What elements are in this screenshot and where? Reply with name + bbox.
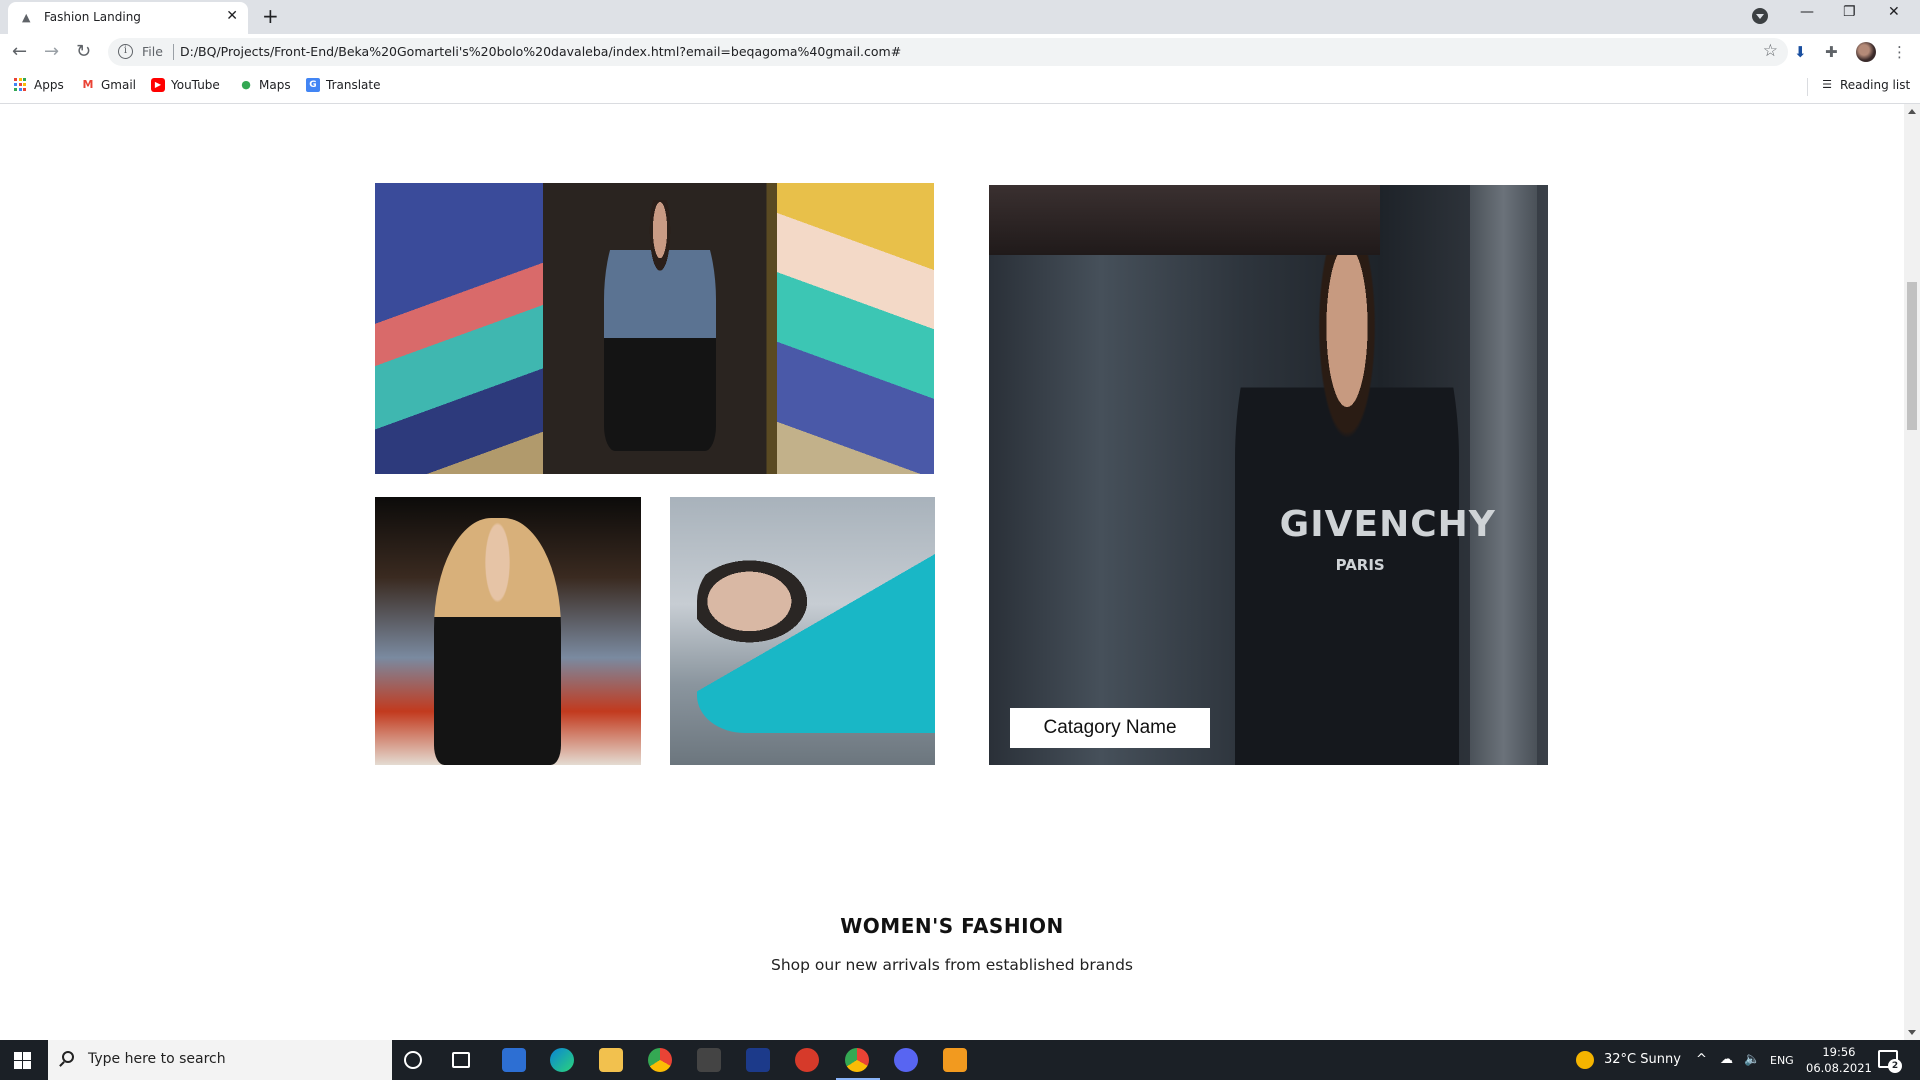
maps-pin-icon: ● xyxy=(241,78,251,91)
language-indicator[interactable]: ENG xyxy=(1770,1054,1794,1067)
search-icon xyxy=(62,1051,74,1063)
woman-figure xyxy=(433,518,562,765)
page-scrollbar[interactable] xyxy=(1904,104,1920,1040)
chrome-icon[interactable] xyxy=(648,1048,672,1072)
photo-woman-blonde[interactable] xyxy=(375,497,641,765)
bookmark-label: Maps xyxy=(259,78,291,92)
bookmark-maps[interactable]: ● Maps xyxy=(239,78,291,92)
bookmarks-divider xyxy=(1807,78,1808,96)
address-scheme: File xyxy=(142,44,163,59)
file-explorer-icon[interactable] xyxy=(599,1048,623,1072)
seated-man-figure xyxy=(604,200,716,451)
clock-date: 06.08.2021 xyxy=(1806,1061,1872,1075)
tab-close-icon[interactable]: ✕ xyxy=(226,8,238,24)
extensions-puzzle-icon[interactable]: ✚ xyxy=(1825,43,1838,61)
window-close-icon[interactable]: ✕ xyxy=(1888,4,1900,20)
photo-woman-teal-top[interactable] xyxy=(670,497,935,765)
taskbar-search-placeholder: Type here to search xyxy=(88,1051,226,1067)
bookmark-star-icon[interactable]: ☆ xyxy=(1763,41,1778,61)
page-favicon-icon: ▲ xyxy=(22,11,31,24)
reading-list-button[interactable]: ☰ Reading list xyxy=(1820,78,1910,92)
tab-title: Fashion Landing xyxy=(44,10,141,24)
page-viewport: GIVENCHY PARIS Catagory Name WOMEN'S FAS… xyxy=(0,104,1904,1040)
os-taskbar: Type here to search 32°C Sunny ^ ☁ 🔈 ENG… xyxy=(0,1040,1920,1080)
section-subtitle: Shop our new arrivals from established b… xyxy=(770,956,1134,974)
taskbar-search-box[interactable]: Type here to search xyxy=(48,1040,392,1080)
sweater-brand-subtext: PARIS xyxy=(1335,556,1385,575)
scroll-up-arrow-icon[interactable] xyxy=(1908,109,1916,114)
cloud-icon[interactable]: ☁ xyxy=(1720,1052,1733,1067)
address-url[interactable]: D:/BQ/Projects/Front-End/Beka%20Gomartel… xyxy=(180,44,901,59)
chrome-active-icon[interactable] xyxy=(845,1048,869,1072)
back-arrow-icon[interactable]: ← xyxy=(12,41,27,62)
discord-icon[interactable] xyxy=(894,1048,918,1072)
bookmark-gmail[interactable]: M Gmail xyxy=(81,78,137,92)
restore-icon[interactable]: ❐ xyxy=(1843,4,1856,20)
graffiti-wall-right xyxy=(777,183,934,474)
weather-sun-icon xyxy=(1576,1051,1594,1069)
calculator-icon[interactable] xyxy=(502,1048,526,1072)
bookmark-label: Translate xyxy=(326,78,381,92)
bookmark-translate[interactable]: G Translate xyxy=(306,78,381,92)
sweater-brand-text: GIVENCHY xyxy=(1279,504,1496,545)
clock-time: 19:56 xyxy=(1822,1045,1856,1059)
app-red-icon[interactable] xyxy=(795,1048,819,1072)
new-tab-button[interactable]: + xyxy=(262,4,279,28)
tab-search-icon[interactable] xyxy=(1752,8,1768,24)
forward-arrow-icon[interactable]: → xyxy=(44,41,59,62)
photo-man-givenchy[interactable]: GIVENCHY PARIS xyxy=(989,185,1548,765)
bookmark-label: YouTube xyxy=(171,78,220,92)
bookmark-youtube[interactable]: ▶ YouTube xyxy=(151,78,220,92)
app-a-icon[interactable] xyxy=(746,1048,770,1072)
bookmark-label: Gmail xyxy=(101,78,137,92)
cortana-icon[interactable] xyxy=(404,1051,422,1069)
tab-strip: ▲ Fashion Landing ✕ + — ❐ ✕ xyxy=(0,0,1920,34)
bookmark-label: Apps xyxy=(34,78,64,92)
street-post xyxy=(1469,185,1537,765)
graffiti-wall-left xyxy=(375,183,543,474)
browser-menu-icon[interactable]: ⋮ xyxy=(1892,43,1907,61)
scroll-thumb[interactable] xyxy=(1907,282,1917,430)
extension-save-icon[interactable]: ⬇ xyxy=(1794,43,1807,61)
sublime-text-icon[interactable] xyxy=(943,1048,967,1072)
storefront-sign xyxy=(989,185,1381,255)
reading-list-icon: ☰ xyxy=(1822,78,1832,91)
profile-avatar[interactable] xyxy=(1856,42,1876,62)
photo-man-graffiti-wall[interactable] xyxy=(375,183,934,474)
section-title: WOMEN'S FASHION xyxy=(840,914,1064,938)
address-bar[interactable]: i File D:/BQ/Projects/Front-End/Beka%20G… xyxy=(108,38,1788,66)
tray-chevron-icon[interactable]: ^ xyxy=(1696,1052,1707,1067)
weather-text[interactable]: 32°C Sunny xyxy=(1604,1052,1681,1067)
task-view-icon[interactable] xyxy=(452,1052,470,1068)
address-divider xyxy=(173,44,174,60)
woman-figure xyxy=(696,545,935,733)
scroll-down-arrow-icon[interactable] xyxy=(1908,1030,1916,1035)
reload-icon[interactable]: ↻ xyxy=(76,41,91,62)
edge-icon[interactable] xyxy=(550,1048,574,1072)
clock[interactable]: 19:56 06.08.2021 xyxy=(1806,1044,1872,1076)
apps-grid-icon xyxy=(14,78,28,92)
minimize-icon[interactable]: — xyxy=(1800,4,1814,20)
reading-list-label: Reading list xyxy=(1840,78,1911,92)
youtube-icon: ▶ xyxy=(151,78,165,92)
gmail-icon: M xyxy=(82,78,94,91)
browser-toolbar: ← → ↻ i File D:/BQ/Projects/Front-End/Be… xyxy=(0,34,1920,70)
translate-icon: G xyxy=(306,78,320,92)
inkscape-icon[interactable] xyxy=(697,1048,721,1072)
site-info-icon[interactable]: i xyxy=(118,44,133,59)
bookmarks-bar: Apps M Gmail ▶ YouTube ● Maps G Translat… xyxy=(0,70,1920,104)
category-name-label[interactable]: Catagory Name xyxy=(1010,708,1210,748)
bookmark-apps[interactable]: Apps xyxy=(14,78,64,92)
browser-tab[interactable]: ▲ Fashion Landing ✕ xyxy=(8,2,248,34)
notifications-badge: 2 xyxy=(1888,1059,1902,1073)
windows-start-icon[interactable] xyxy=(14,1052,31,1069)
volume-icon[interactable]: 🔈 xyxy=(1744,1052,1760,1067)
